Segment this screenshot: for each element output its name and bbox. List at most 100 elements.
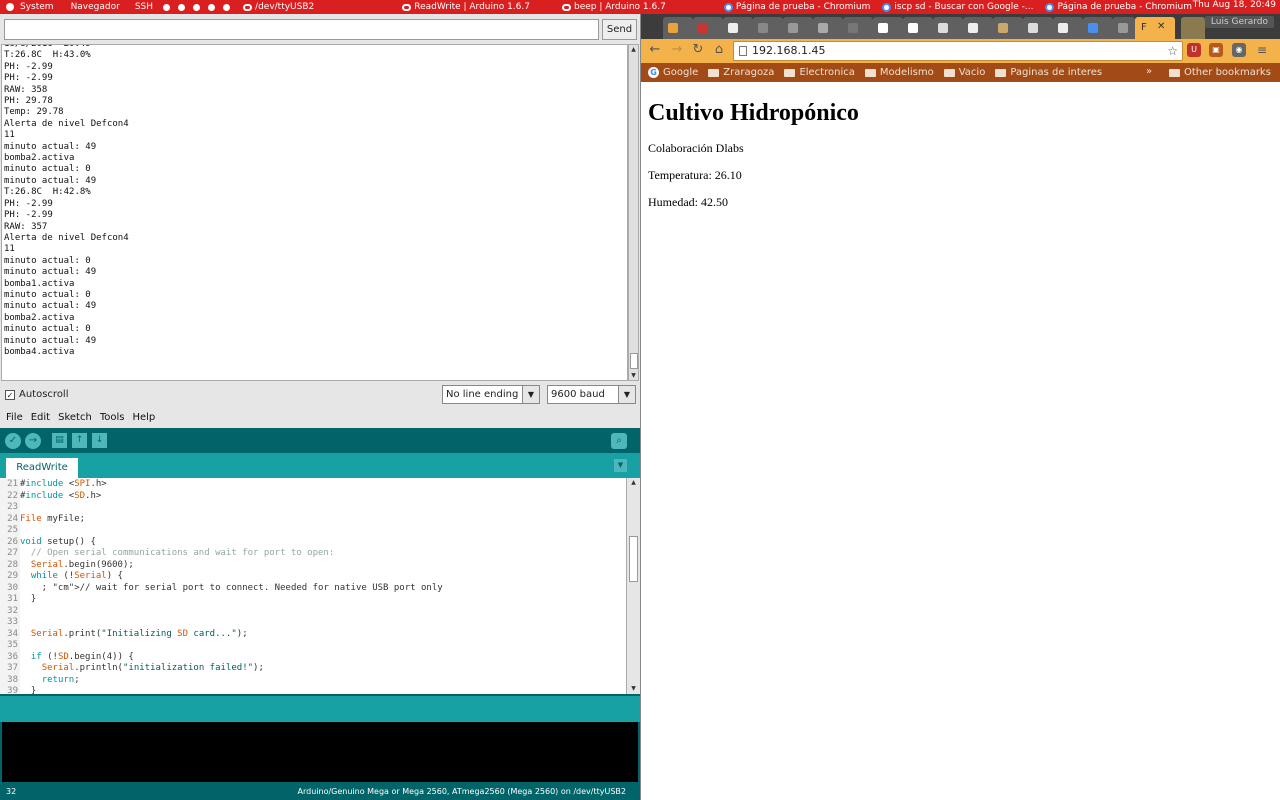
code-text[interactable]: return;	[20, 675, 80, 685]
serial-send-input[interactable]	[4, 19, 599, 40]
tray-icon-selected[interactable]	[178, 3, 186, 11]
browser-tab[interactable]	[723, 17, 753, 39]
star-icon[interactable]: ☆	[1167, 42, 1178, 60]
reload-icon[interactable]: ↻	[689, 41, 707, 59]
code-line[interactable]: 36 if (!SD.begin(4)) {	[0, 651, 626, 663]
new-icon[interactable]: ▤	[52, 433, 67, 448]
code-line[interactable]: 22 #include <SD.h>	[0, 490, 626, 502]
home-icon[interactable]: ⌂	[710, 41, 728, 59]
open-icon[interactable]: ↑	[72, 433, 87, 448]
check-icon[interactable]: ✓	[5, 389, 15, 400]
system-menu[interactable]: System	[17, 0, 57, 14]
more-bookmarks-chevron-icon[interactable]: »	[1146, 66, 1152, 77]
code-text[interactable]: #include <SPI.h>	[20, 479, 107, 489]
browser-tab[interactable]	[873, 17, 903, 39]
browser-tab[interactable]	[753, 17, 783, 39]
code-text[interactable]: }	[20, 686, 36, 694]
code-line[interactable]: 21 #include <SPI.h>	[0, 479, 626, 491]
save-icon[interactable]: ↓	[92, 433, 107, 448]
code-line[interactable]: 27 // Open serial communications and wai…	[0, 548, 626, 560]
menu-edit[interactable]: Edit	[31, 412, 50, 423]
line-ending-select[interactable]: No line ending ▼	[442, 385, 540, 404]
verify-icon[interactable]: ✓	[5, 433, 21, 449]
back-icon[interactable]: ←	[646, 41, 664, 59]
code-text[interactable]: #include <SD.h>	[20, 491, 101, 501]
code-line[interactable]: 26 void setup() {	[0, 536, 626, 548]
address-bar[interactable]: 192.168.1.45 ☆	[733, 41, 1183, 61]
browser-tab[interactable]	[1053, 17, 1083, 39]
navegador-launcher[interactable]: Navegador	[57, 0, 123, 14]
extension-icon[interactable]: ▣	[1209, 43, 1223, 57]
browser-tab[interactable]	[1083, 17, 1113, 39]
browser-tab[interactable]	[783, 17, 813, 39]
code-line[interactable]: 23	[0, 502, 626, 514]
bookmark-vacio[interactable]: Vacio	[943, 67, 985, 78]
scroll-up-icon[interactable]: ▲	[629, 45, 638, 54]
new-tab-button[interactable]	[1181, 17, 1205, 39]
code-text[interactable]: ; "cm">// wait for serial port to connec…	[20, 583, 443, 593]
browser-tab[interactable]	[693, 17, 723, 39]
send-button[interactable]: Send	[602, 19, 637, 40]
serial-monitor-icon[interactable]: ⌕	[611, 433, 627, 449]
task-serial-monitor[interactable]: /dev/ttyUSB2	[237, 0, 320, 14]
scroll-down-icon[interactable]: ▼	[628, 684, 639, 694]
ide-console[interactable]	[2, 722, 638, 782]
menu-sketch[interactable]: Sketch	[58, 412, 92, 423]
scroll-thumb[interactable]	[630, 353, 638, 369]
tab-menu-chevron-down-icon[interactable]: ▼	[614, 459, 627, 472]
upload-icon[interactable]: →	[25, 433, 41, 449]
code-line[interactable]: 30 ; "cm">// wait for serial port to con…	[0, 582, 626, 594]
menu-help[interactable]: Help	[132, 412, 155, 423]
menu-file[interactable]: File	[6, 412, 23, 423]
browser-tab[interactable]	[1113, 17, 1135, 39]
forward-icon[interactable]: →	[668, 41, 686, 59]
task-readwrite[interactable]: ReadWrite | Arduino 1.6.7	[396, 0, 536, 14]
bookmark-google[interactable]: G Google	[648, 67, 698, 78]
code-text[interactable]: Serial.println("initialization failed!")…	[20, 663, 264, 673]
serial-scrollbar[interactable]: ▲ ▼	[628, 44, 639, 381]
panel-clock[interactable]: Thu Aug 18, 20:49	[1193, 0, 1276, 10]
menu-icon[interactable]: ≡	[1255, 43, 1269, 57]
scroll-down-icon[interactable]: ▼	[629, 371, 638, 380]
task-chromium-1[interactable]: Página de prueba - Chromium	[718, 0, 877, 14]
code-line[interactable]: 32	[0, 605, 626, 617]
browser-tab[interactable]	[813, 17, 843, 39]
profile-button[interactable]: Luis Gerardo	[1204, 16, 1274, 28]
chevron-down-icon[interactable]: ▼	[618, 386, 635, 403]
browser-tab[interactable]	[963, 17, 993, 39]
browser-tab[interactable]	[843, 17, 873, 39]
browser-tab[interactable]	[903, 17, 933, 39]
ublock-icon[interactable]: U	[1187, 43, 1201, 57]
other-bookmarks[interactable]: Other bookmarks	[1169, 67, 1271, 78]
code-line[interactable]: 34 Serial.print("Initializing SD card...…	[0, 628, 626, 640]
tray-icon[interactable]	[223, 3, 231, 11]
code-line[interactable]: 31 }	[0, 594, 626, 606]
tray-icon[interactable]	[193, 3, 201, 11]
task-beep[interactable]: beep | Arduino 1.6.7	[556, 0, 672, 14]
bookmark-paginas-de-interes[interactable]: Paginas de interes	[995, 67, 1102, 78]
code-text[interactable]: while (!Serial) {	[20, 571, 123, 581]
code-text[interactable]: Serial.print("Initializing SD card...");	[20, 629, 248, 639]
scroll-up-icon[interactable]: ▲	[628, 478, 639, 488]
close-icon[interactable]: ✕	[1157, 21, 1165, 32]
autoscroll-checkbox[interactable]: ✓ Autoscroll	[5, 389, 69, 400]
editor-scrollbar[interactable]: ▲ ▼	[626, 478, 640, 694]
baud-select[interactable]: 9600 baud ▼	[547, 385, 636, 404]
camera-icon[interactable]: ◉	[1232, 43, 1246, 57]
code-line[interactable]: 29 while (!Serial) {	[0, 571, 626, 583]
code-text[interactable]: if (!SD.begin(4)) {	[20, 652, 134, 662]
code-text[interactable]: }	[20, 594, 36, 604]
ssh-launcher[interactable]: SSH	[123, 0, 156, 14]
code-line[interactable]: 33	[0, 617, 626, 629]
tray-icon[interactable]	[163, 3, 171, 11]
browser-tab[interactable]	[1023, 17, 1053, 39]
task-google-search[interactable]: iscp sd - Buscar con Google -...	[876, 0, 1039, 14]
ubuntu-logo-icon[interactable]	[0, 0, 17, 14]
active-browser-tab[interactable]: F ✕	[1135, 17, 1175, 39]
url-text[interactable]: 192.168.1.45	[752, 44, 825, 57]
scroll-thumb[interactable]	[629, 536, 638, 582]
code-text[interactable]: // Open serial communications and wait f…	[20, 548, 334, 558]
code-editor[interactable]: 21 #include <SPI.h> 22 #include <SD.h> 23 24 F…	[0, 478, 626, 694]
code-line[interactable]: 39 }	[0, 686, 626, 694]
tray-icon[interactable]	[208, 3, 216, 11]
